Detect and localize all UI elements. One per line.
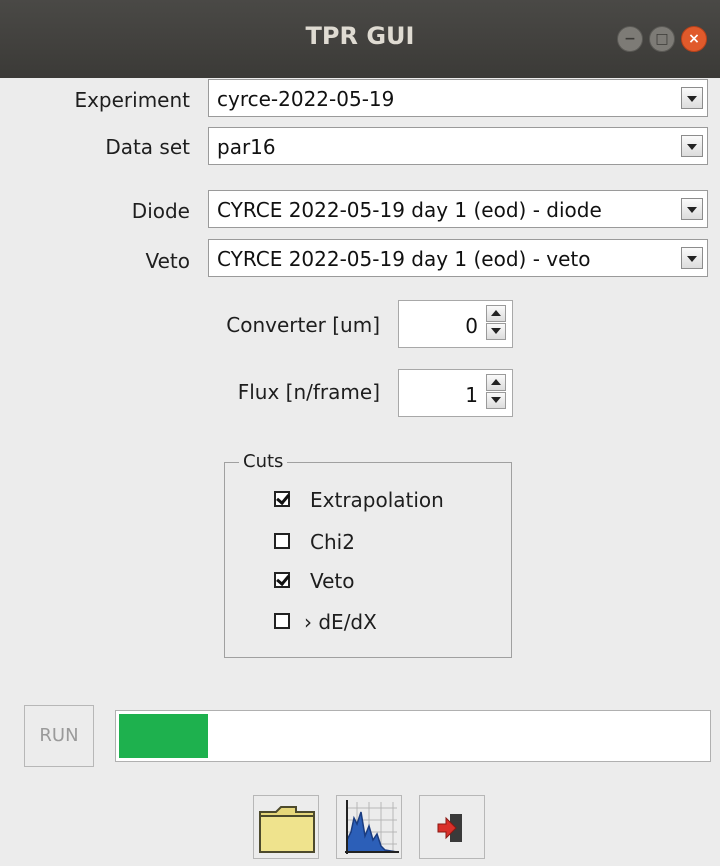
title-bar: TPR GUI − □ × xyxy=(0,0,720,78)
extrapolation-checkbox[interactable] xyxy=(274,491,290,507)
converter-label: Converter [um] xyxy=(226,313,380,337)
close-icon: × xyxy=(688,31,700,47)
spin-up-icon[interactable] xyxy=(486,374,506,391)
converter-value: 0 xyxy=(465,314,478,338)
diode-select[interactable]: CYRCE 2022-05-19 day 1 (eod) - diode xyxy=(208,190,708,228)
chevron-down-icon[interactable] xyxy=(681,247,703,269)
close-button[interactable]: × xyxy=(681,26,707,52)
histogram-icon xyxy=(345,800,399,854)
window-title: TPR GUI xyxy=(305,22,415,50)
veto-cut-label[interactable]: Veto xyxy=(310,569,355,593)
extrapolation-label[interactable]: Extrapolation xyxy=(310,488,444,512)
experiment-label: Experiment xyxy=(74,88,190,112)
spin-down-icon[interactable] xyxy=(486,323,506,340)
flux-value: 1 xyxy=(465,383,478,407)
chi2-label[interactable]: Chi2 xyxy=(310,530,355,554)
dedx-label[interactable]: › dE/dX xyxy=(304,610,377,634)
histogram-button[interactable] xyxy=(336,795,402,859)
dataset-label: Data set xyxy=(105,135,190,159)
dataset-select[interactable]: par16 xyxy=(208,127,708,165)
open-folder-button[interactable] xyxy=(253,795,319,859)
progress-bar xyxy=(115,710,711,762)
flux-spinbox[interactable]: 1 xyxy=(398,369,513,417)
diode-value: CYRCE 2022-05-19 day 1 (eod) - diode xyxy=(217,198,602,222)
experiment-value: cyrce-2022-05-19 xyxy=(217,87,395,111)
cuts-legend: Cuts xyxy=(239,451,288,472)
run-button[interactable]: RUN xyxy=(24,705,94,767)
chevron-down-icon[interactable] xyxy=(681,135,703,157)
flux-label: Flux [n/frame] xyxy=(237,380,380,404)
spin-down-icon[interactable] xyxy=(486,392,506,409)
veto-value: CYRCE 2022-05-19 day 1 (eod) - veto xyxy=(217,247,591,271)
dedx-checkbox[interactable] xyxy=(274,613,290,629)
veto-checkbox[interactable] xyxy=(274,572,290,588)
chi2-checkbox[interactable] xyxy=(274,533,290,549)
chevron-down-icon[interactable] xyxy=(681,87,703,109)
diode-label: Diode xyxy=(131,199,190,223)
progress-fill xyxy=(119,714,209,758)
chevron-down-icon[interactable] xyxy=(681,198,703,220)
veto-label: Veto xyxy=(145,249,190,273)
dataset-value: par16 xyxy=(217,135,276,159)
spin-up-icon[interactable] xyxy=(486,305,506,322)
folder-icon xyxy=(259,806,315,853)
minimize-icon: − xyxy=(624,31,636,47)
exit-icon xyxy=(437,814,462,842)
maximize-button[interactable]: □ xyxy=(649,26,675,52)
maximize-icon: □ xyxy=(655,31,669,47)
exit-button[interactable] xyxy=(419,795,485,859)
experiment-select[interactable]: cyrce-2022-05-19 xyxy=(208,79,708,117)
converter-spinbox[interactable]: 0 xyxy=(398,300,513,348)
minimize-button[interactable]: − xyxy=(617,26,643,52)
veto-select[interactable]: CYRCE 2022-05-19 day 1 (eod) - veto xyxy=(208,239,708,277)
